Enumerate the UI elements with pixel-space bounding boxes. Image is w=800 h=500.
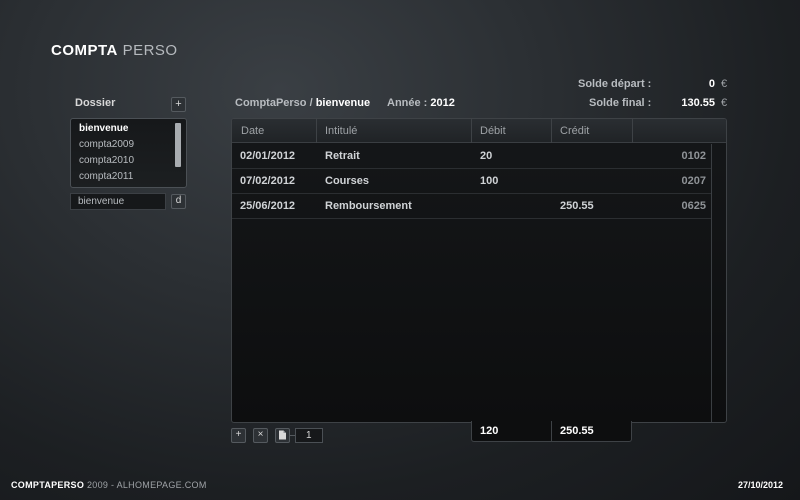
row-credit: 250.55 [560, 200, 594, 212]
year-label: Année : [387, 97, 428, 109]
column-divider [471, 119, 472, 143]
start-balance-value: 0 [708, 78, 715, 90]
app-title-bold: COMPTA [51, 42, 118, 59]
totals-bar: 120 250.55 [471, 421, 632, 442]
total-credit: 250.55 [560, 425, 594, 437]
column-header-debit[interactable]: Débit [480, 125, 506, 137]
folder-item-compta2009[interactable]: compta2009 [79, 139, 134, 150]
folder-list[interactable]: bienvenue compta2009 compta2010 compta20… [70, 118, 187, 188]
column-header-credit[interactable]: Crédit [560, 125, 589, 137]
column-header-label[interactable]: Intitulé [325, 125, 357, 137]
final-balance-value: 130.55 [681, 97, 715, 109]
folder-item-compta2010[interactable]: compta2010 [79, 155, 134, 166]
row-number: 0102 [681, 150, 706, 162]
footer-brand: COMPTAPERSO 2009 - ALHOMEPAGE.COM [11, 480, 207, 490]
footer-date: 27/10/2012 [738, 480, 784, 490]
final-balance-currency: € [721, 97, 728, 109]
delete-row-button[interactable]: × [253, 428, 268, 443]
add-folder-button[interactable]: + [171, 97, 186, 112]
row-date: 02/01/2012 [240, 150, 296, 162]
page-number-input[interactable] [295, 428, 323, 443]
breadcrumb-root[interactable]: ComptaPerso / [235, 97, 313, 109]
start-balance-label: Solde départ : [578, 78, 652, 90]
column-divider [316, 119, 317, 143]
table-scrollbar[interactable] [711, 144, 712, 422]
row-debit: 100 [480, 175, 499, 187]
table-row[interactable]: 02/01/2012 Retrait 20 0102 [232, 144, 711, 169]
footer-brand-name[interactable]: COMPTAPERSO [11, 480, 84, 490]
table-header: Date Intitulé Débit Crédit [232, 119, 726, 143]
row-label: Courses [325, 175, 370, 187]
final-balance-label: Solde final : [589, 97, 652, 109]
row-debit: 20 [480, 150, 493, 162]
row-label: Retrait [325, 150, 360, 162]
breadcrumb-current: bienvenue [315, 97, 371, 109]
sidebar-label: Dossier [75, 97, 116, 109]
row-date: 25/06/2012 [240, 200, 296, 212]
table-row[interactable]: 25/06/2012 Remboursement 250.55 0625 [232, 194, 711, 219]
folder-name-input[interactable] [70, 193, 166, 210]
breadcrumb: ComptaPerso / bienvenue [235, 97, 370, 109]
folder-list-scrollbar[interactable] [175, 123, 181, 167]
footer-brand-suffix: 2009 - ALHOMEPAGE.COM [86, 480, 207, 490]
folder-item-bienvenue[interactable]: bienvenue [79, 123, 128, 134]
delete-folder-button[interactable]: d [171, 194, 186, 209]
transactions-table: Date Intitulé Débit Crédit 02/01/2012 Re… [231, 118, 727, 423]
total-debit: 120 [480, 425, 499, 437]
column-header-date[interactable]: Date [241, 125, 264, 137]
row-number: 0625 [681, 200, 706, 212]
page-icon[interactable] [275, 428, 290, 443]
row-number: 0207 [681, 175, 706, 187]
column-divider [551, 119, 552, 143]
table-row[interactable]: 07/02/2012 Courses 100 0207 [232, 169, 711, 194]
folder-item-compta2011[interactable]: compta2011 [79, 171, 133, 182]
add-row-button[interactable]: + [231, 428, 246, 443]
year-selector[interactable]: Année : 2012 [387, 97, 455, 109]
totals-divider [551, 421, 552, 441]
column-divider [632, 119, 633, 143]
app-title: COMPTA PERSO [51, 42, 178, 59]
app-title-light: PERSO [122, 42, 178, 59]
year-value[interactable]: 2012 [430, 97, 454, 109]
row-label: Remboursement [325, 200, 412, 212]
row-date: 07/02/2012 [240, 175, 296, 187]
start-balance-currency: € [721, 78, 728, 90]
